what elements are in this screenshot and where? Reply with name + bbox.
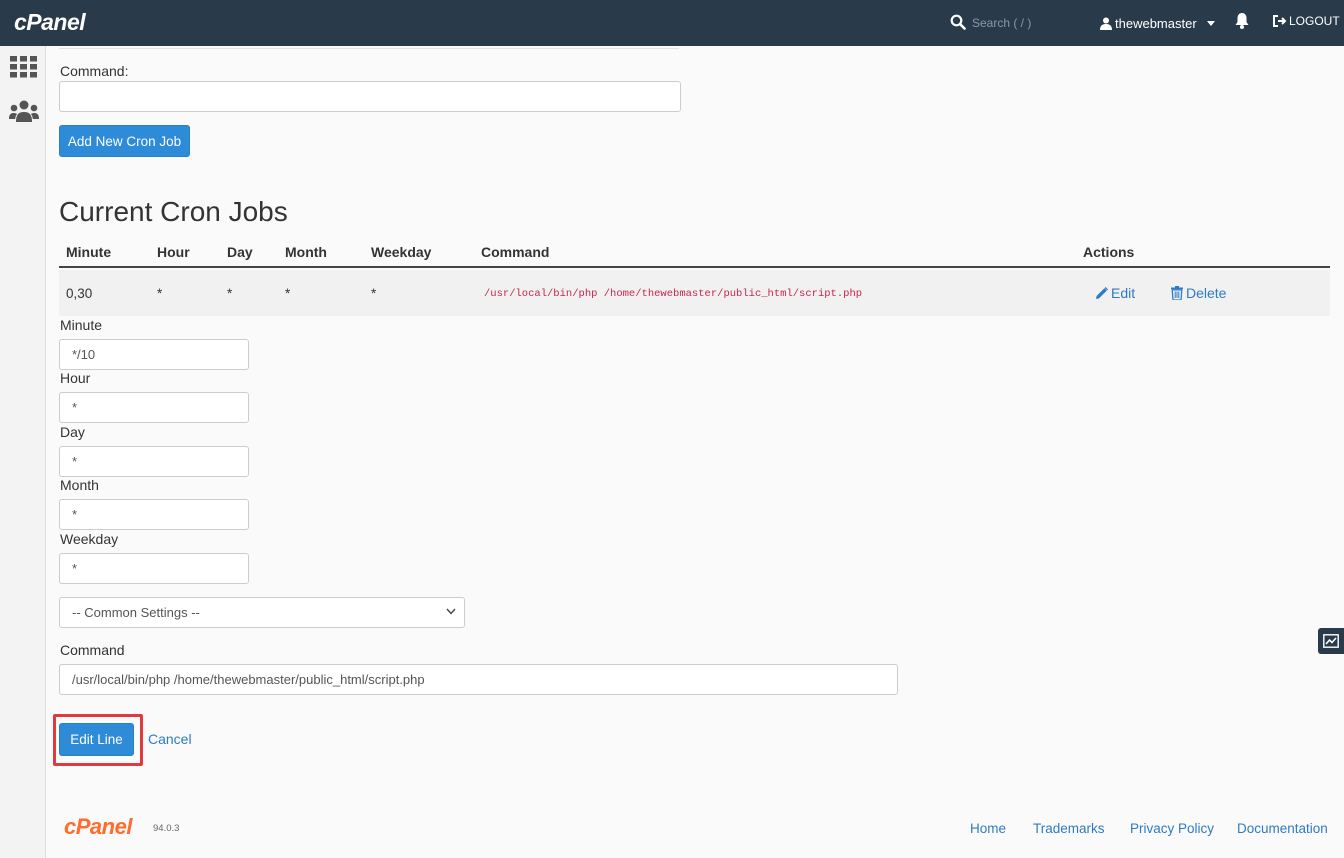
pencil-icon [1096, 286, 1108, 299]
column-header-minute: Minute [66, 244, 112, 260]
footer-cpanel-logo[interactable]: cPanel [64, 814, 132, 840]
table-row: 0,30 * * * * /usr/local/bin/php /home/th… [59, 270, 1330, 316]
column-header-weekday: Weekday [371, 244, 432, 260]
footer-version: 94.0.3 [153, 823, 180, 834]
cell-hour: * [157, 286, 163, 301]
left-sidebar [0, 46, 46, 858]
trash-icon [1171, 286, 1183, 300]
cell-weekday: * [371, 286, 377, 301]
chart-line-icon [1323, 634, 1339, 648]
logout-button[interactable]: LOGOUT [1273, 14, 1340, 28]
column-header-month: Month [285, 244, 327, 260]
footer-link-trademarks[interactable]: Trademarks [1033, 821, 1105, 836]
stats-widget-button[interactable] [1318, 628, 1344, 654]
cpanel-logo[interactable]: cPanel [14, 9, 86, 36]
bell-icon[interactable] [1235, 13, 1249, 29]
delete-link[interactable]: Delete [1171, 285, 1226, 301]
cell-minute: 0,30 [66, 286, 93, 301]
logout-label: LOGOUT [1289, 14, 1340, 28]
minute-label: Minute [60, 317, 103, 333]
apps-grid-icon[interactable] [10, 56, 37, 78]
delete-label: Delete [1186, 285, 1227, 301]
cron-table-header: Minute Hour Day Month Weekday Command Ac… [59, 240, 1330, 268]
column-header-day: Day [227, 244, 253, 260]
hour-label: Hour [60, 370, 91, 386]
cancel-link[interactable]: Cancel [148, 731, 192, 747]
add-new-cron-job-button[interactable]: Add New Cron Job [59, 125, 190, 157]
day-label: Day [60, 424, 85, 440]
common-settings-select[interactable]: -- Common Settings -- [59, 597, 465, 628]
command-label: Command: [60, 63, 129, 79]
month-label: Month [60, 477, 99, 493]
cell-month: * [285, 286, 291, 301]
column-header-hour: Hour [157, 244, 190, 260]
minute-input[interactable] [59, 339, 249, 370]
username-label: thewebmaster [1115, 15, 1197, 31]
day-input[interactable] [59, 446, 249, 477]
chevron-down-icon [446, 608, 456, 615]
current-cron-jobs-heading: Current Cron Jobs [59, 196, 288, 227]
user-icon [1100, 17, 1112, 30]
user-menu[interactable]: thewebmaster [1100, 14, 1218, 32]
weekday-input[interactable] [59, 553, 249, 584]
column-header-actions: Actions [1083, 244, 1135, 260]
footer-link-documentation[interactable]: Documentation [1237, 821, 1328, 836]
footer-link-privacy-policy[interactable]: Privacy Policy [1130, 821, 1214, 836]
search-icon[interactable] [950, 14, 966, 30]
edit-command-label: Command [60, 642, 125, 658]
users-icon[interactable] [9, 100, 39, 122]
common-settings-value: -- Common Settings -- [72, 605, 200, 620]
edit-link[interactable]: Edit [1095, 285, 1135, 301]
edit-line-button[interactable]: Edit Line [59, 723, 134, 756]
edit-command-input[interactable] [59, 664, 898, 695]
column-header-command: Command [481, 244, 550, 260]
cell-day: * [227, 286, 233, 301]
command-input[interactable] [59, 81, 681, 112]
main-content: Command: Add New Cron Job Current Cron J… [47, 46, 1344, 858]
footer-link-home[interactable]: Home [970, 821, 1006, 836]
month-input[interactable] [59, 499, 249, 530]
edit-label: Edit [1111, 285, 1136, 301]
divider [59, 46, 679, 49]
cell-command: /usr/local/bin/php /home/thewebmaster/pu… [484, 288, 863, 300]
weekday-label: Weekday [60, 531, 119, 547]
top-navbar: cPanel thewebmaster LOGOUT [0, 0, 1344, 46]
logout-icon [1273, 15, 1287, 27]
caret-down-icon [1206, 20, 1215, 26]
hour-input[interactable] [59, 392, 249, 423]
search-input[interactable] [972, 12, 1082, 34]
